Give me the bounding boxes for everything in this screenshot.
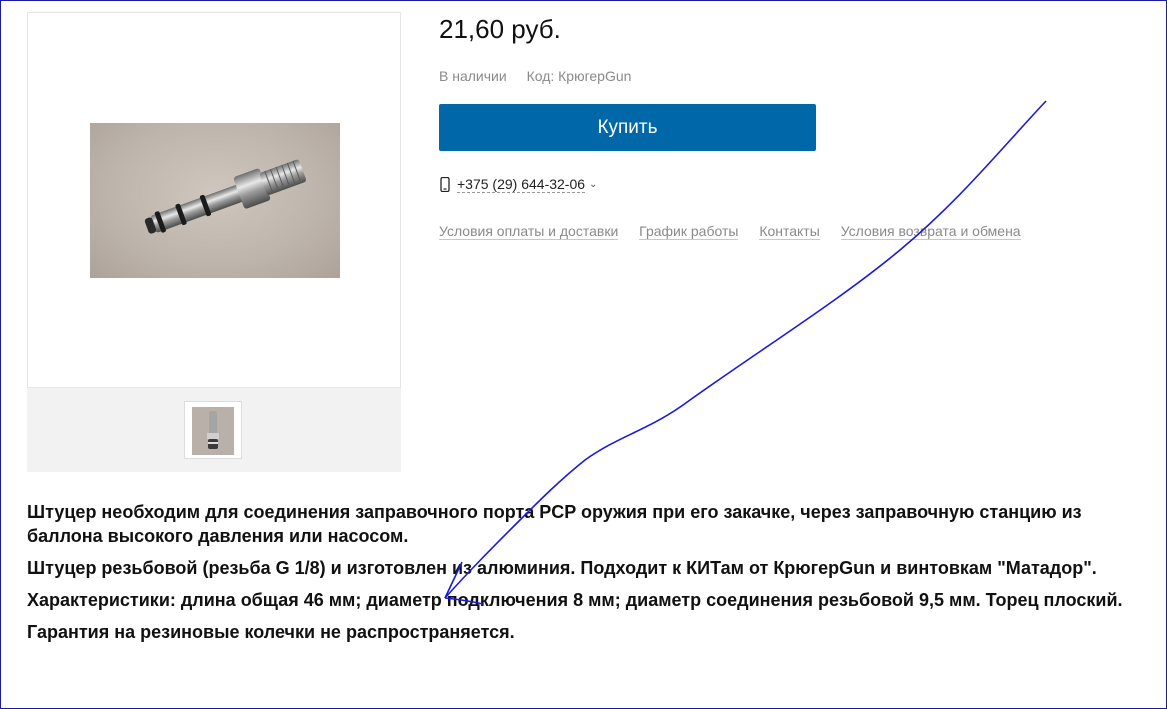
description-paragraph: Характеристики: длина общая 46 мм; диаме… (27, 590, 1123, 610)
product-photo (90, 123, 340, 278)
thumbnail-photo (192, 407, 234, 455)
main-image-container[interactable] (27, 12, 401, 388)
buy-button[interactable]: Купить (439, 104, 816, 151)
description-paragraph: Штуцер резьбовой (резьба G 1/8) и изгото… (27, 558, 1097, 578)
link-returns[interactable]: Условия возврата и обмена (840, 223, 1021, 240)
product-gallery (27, 12, 401, 472)
link-payment-delivery[interactable]: Условия оплаты и доставки (439, 223, 619, 240)
phone-dropdown[interactable]: +375 (29) 644-32-06 ⌄ (440, 176, 597, 193)
link-schedule[interactable]: График работы (639, 223, 739, 240)
description-paragraph: Штуцер необходим для соединения заправоч… (27, 502, 1082, 546)
availability-status: В наличии (439, 68, 507, 84)
product-meta: В наличии Код: КрюгерGun (439, 68, 631, 84)
product-price: 21,60 руб. (439, 14, 561, 44)
product-code: Код: КрюгерGun (526, 68, 632, 84)
phone-number[interactable]: +375 (29) 644-32-06 (457, 176, 586, 193)
phone-icon (440, 176, 450, 193)
product-description: Штуцер необходим для соединения заправоч… (27, 500, 1127, 652)
thumbnail-fitting-illustration (207, 411, 219, 449)
product-thumbnail[interactable] (184, 401, 242, 459)
info-links: Условия оплаты и доставки График работы … (439, 223, 1038, 240)
fitting-illustration (144, 159, 306, 234)
description-paragraph: Гарантия на резиновые колечки не распрос… (27, 622, 515, 642)
link-contacts[interactable]: Контакты (759, 223, 820, 240)
chevron-down-icon: ⌄ (589, 179, 598, 190)
